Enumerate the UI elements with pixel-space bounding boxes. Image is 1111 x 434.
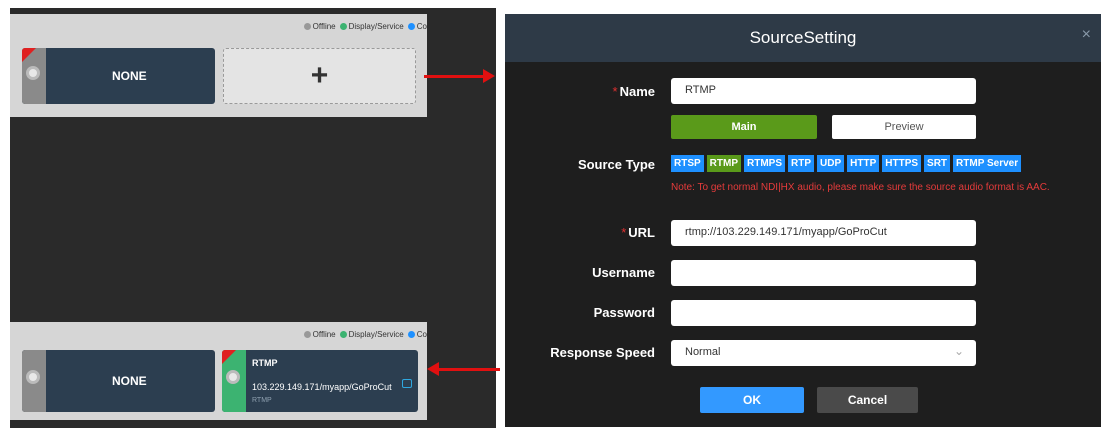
username-input[interactable] bbox=[671, 260, 976, 286]
legend-offline-label: Offline bbox=[312, 22, 336, 31]
copy-icon[interactable] bbox=[402, 379, 412, 388]
legend-display-service-label: Display/Service bbox=[348, 22, 404, 31]
connecting-dot-icon bbox=[407, 331, 415, 338]
name-label: * Name bbox=[613, 84, 655, 99]
card-type: RTMP bbox=[252, 397, 272, 404]
connecting-dot-icon bbox=[407, 23, 415, 30]
offline-dot-icon bbox=[303, 23, 311, 30]
camera-icon bbox=[26, 370, 40, 384]
audio-format-note: Note: To get normal NDI|HX audio, please… bbox=[671, 182, 1050, 193]
status-legend: Offline Display/Service Co bbox=[277, 330, 427, 339]
source-type-udp[interactable]: UDP bbox=[817, 155, 845, 172]
legend-display-service-label: Display/Service bbox=[348, 330, 404, 339]
legend-offline-label: Offline bbox=[312, 330, 336, 339]
legend-display-service: Display/Service bbox=[339, 330, 404, 339]
card-title: NONE bbox=[112, 374, 147, 388]
source-type-https[interactable]: HTTPS bbox=[882, 155, 922, 172]
legend-connecting-label: Co bbox=[416, 330, 427, 339]
source-type-rtp[interactable]: RTP bbox=[788, 155, 815, 172]
password-input[interactable] bbox=[671, 300, 976, 326]
source-card-rtmp[interactable]: RTMP 103.229.149.171/myapp/GoProCut RTMP bbox=[222, 350, 418, 412]
ok-button[interactable]: OK bbox=[700, 387, 804, 413]
dialog-header: SourceSetting × bbox=[505, 14, 1101, 62]
source-type-rtsp[interactable]: RTSP bbox=[671, 155, 704, 172]
status-legend: Offline Display/Service Co bbox=[277, 22, 427, 31]
plus-icon: + bbox=[310, 59, 329, 92]
cancel-button[interactable]: Cancel bbox=[817, 387, 918, 413]
source-card-none[interactable]: NONE bbox=[22, 350, 215, 412]
arrow-left-icon bbox=[427, 362, 500, 376]
legend-connecting: Co bbox=[407, 330, 427, 339]
response-speed-label: Response Speed bbox=[550, 345, 655, 360]
source-card-none[interactable]: NONE bbox=[22, 48, 215, 104]
card-title: NONE bbox=[112, 69, 147, 83]
legend-offline: Offline bbox=[303, 330, 336, 339]
source-type-rtmp-server[interactable]: RTMP Server bbox=[953, 155, 1022, 172]
close-icon[interactable]: × bbox=[1082, 26, 1091, 44]
response-speed-select[interactable]: Normal ⌄ bbox=[671, 340, 976, 366]
display-service-dot-icon bbox=[339, 331, 347, 338]
source-type-label: Source Type bbox=[577, 157, 655, 172]
card-title: RTMP bbox=[252, 358, 278, 368]
name-input[interactable]: RTMP bbox=[671, 78, 976, 104]
main-button[interactable]: Main bbox=[671, 115, 817, 139]
camera-icon bbox=[26, 66, 40, 80]
legend-display-service: Display/Service bbox=[339, 22, 404, 31]
source-type-rtmp[interactable]: RTMP bbox=[706, 155, 742, 172]
source-type-options: RTSP RTMP RTMPS RTP UDP HTTP HTTPS SRT R… bbox=[671, 155, 1022, 172]
chevron-down-icon: ⌄ bbox=[953, 344, 964, 358]
card-url: 103.229.149.171/myapp/GoProCut bbox=[252, 382, 392, 392]
url-input[interactable]: rtmp://103.229.149.171/myapp/GoProCut bbox=[671, 220, 976, 246]
legend-connecting-label: Co bbox=[416, 22, 427, 31]
username-label: Username bbox=[592, 265, 655, 280]
dialog-title: SourceSetting bbox=[749, 28, 857, 47]
source-panel-after: Offline Display/Service Co NONE RTMP 103… bbox=[10, 322, 427, 420]
offline-dot-icon bbox=[303, 331, 311, 338]
source-type-srt[interactable]: SRT bbox=[924, 155, 951, 172]
name-label-text: Name bbox=[619, 84, 655, 99]
required-mark: * bbox=[612, 84, 618, 99]
url-label-text: URL bbox=[628, 225, 655, 240]
add-source-slot[interactable]: + bbox=[223, 48, 416, 104]
selected-corner-icon bbox=[22, 48, 36, 62]
url-label: * URL bbox=[621, 225, 655, 240]
selected-corner-icon bbox=[222, 350, 236, 364]
legend-connecting: Co bbox=[407, 22, 427, 31]
source-setting-dialog: SourceSetting × * Name RTMP Main Preview … bbox=[505, 14, 1101, 427]
required-mark: * bbox=[621, 225, 627, 240]
source-type-http[interactable]: HTTP bbox=[847, 155, 880, 172]
camera-icon bbox=[226, 370, 240, 384]
source-type-rtmps[interactable]: RTMPS bbox=[744, 155, 786, 172]
display-service-dot-icon bbox=[339, 23, 347, 30]
response-speed-value: Normal bbox=[685, 346, 721, 358]
legend-offline: Offline bbox=[303, 22, 336, 31]
password-label: Password bbox=[593, 305, 655, 320]
source-panel-before: Offline Display/Service Co NONE + bbox=[10, 14, 427, 117]
screenshot-root: Offline Display/Service Co NONE + Offlin… bbox=[0, 0, 1111, 434]
preview-button[interactable]: Preview bbox=[832, 115, 976, 139]
arrow-right-icon bbox=[424, 69, 495, 83]
